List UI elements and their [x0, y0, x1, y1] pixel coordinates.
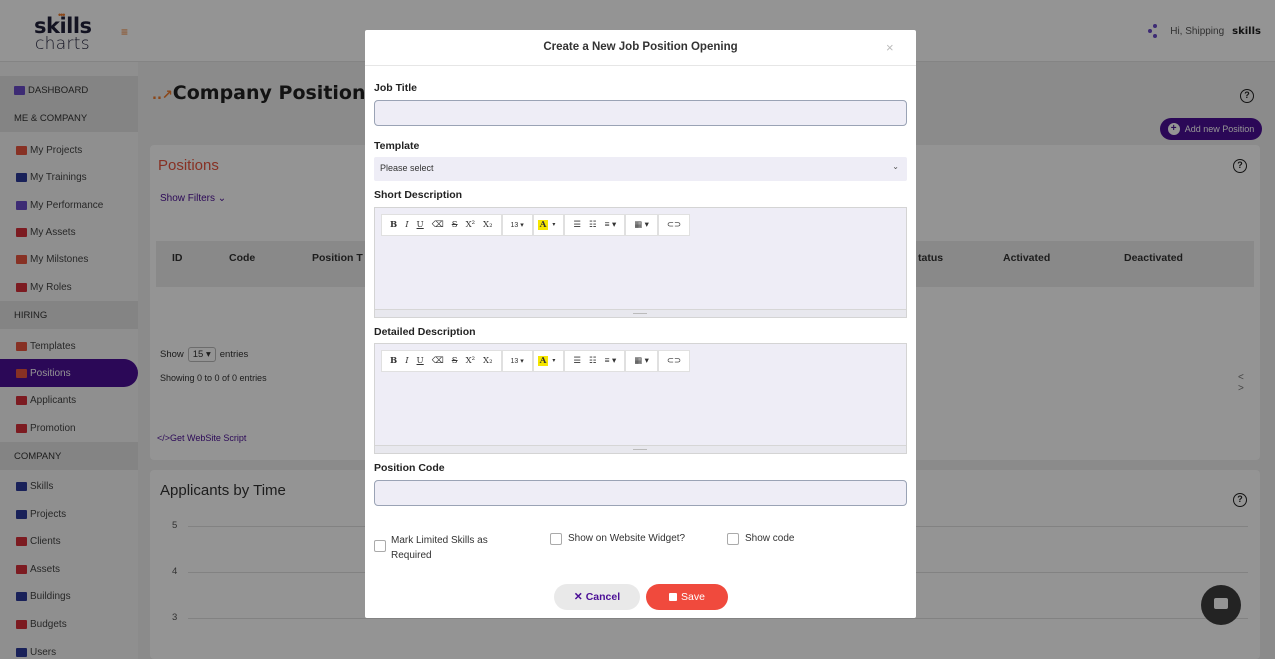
table-icon[interactable]: ▦ ▾: [630, 219, 653, 230]
position-code-input[interactable]: [374, 480, 907, 506]
short-description-editor: B I U ⌫ S X² X₂ 13 ▾ A ▾ ☰ ☷ ≡ ▾ ▦ ▾ ⊂⊃: [374, 207, 907, 318]
numbered-list-icon[interactable]: ☷: [585, 219, 601, 230]
list-toolbar-group: ☰ ☷ ≡ ▾: [564, 349, 626, 372]
create-position-modal: Create a New Job Position Opening × Job …: [365, 30, 916, 618]
color-dropdown-icon[interactable]: ▾: [548, 357, 559, 364]
detailed-description-label: Detailed Description: [374, 326, 476, 338]
link-icon[interactable]: ⊂⊃: [663, 355, 685, 366]
underline-button[interactable]: U: [413, 356, 428, 366]
align-dropdown-icon[interactable]: ≡ ▾: [601, 355, 621, 366]
cancel-label: Cancel: [585, 591, 621, 603]
strikethrough-button[interactable]: S: [448, 220, 462, 230]
italic-button[interactable]: I: [401, 220, 412, 230]
detailed-description-editor: B I U ⌫ S X² X₂ 13 ▾ A ▾ ☰ ☷ ≡ ▾ ▦ ▾ ⊂⊃: [374, 343, 907, 454]
font-size-dropdown[interactable]: 13 ▾: [501, 349, 533, 372]
eraser-icon[interactable]: ⌫: [428, 219, 448, 230]
job-title-input[interactable]: [374, 100, 907, 126]
table-toolbar-group: ▦ ▾: [625, 213, 658, 236]
cancel-button[interactable]: ✕ Cancel: [554, 584, 640, 610]
short-description-label: Short Description: [374, 189, 463, 201]
close-icon: ✕: [573, 591, 583, 603]
bold-button[interactable]: B: [386, 220, 401, 230]
short-description-body[interactable]: [375, 242, 906, 308]
subscript-button[interactable]: X₂: [479, 220, 496, 230]
editor-toolbar: B I U ⌫ S X² X₂ 13 ▾ A ▾ ☰ ☷ ≡ ▾ ▦ ▾ ⊂⊃: [375, 344, 906, 377]
resize-handle[interactable]: [375, 309, 906, 317]
modal-divider: [365, 65, 916, 66]
save-button[interactable]: Save: [646, 584, 728, 610]
color-toolbar-group: A ▾: [532, 349, 565, 372]
template-select-value: Please select: [380, 163, 434, 173]
numbered-list-icon[interactable]: ☷: [585, 355, 601, 366]
font-size-dropdown[interactable]: 13 ▾: [501, 213, 533, 236]
detailed-description-body[interactable]: [375, 378, 906, 444]
font-color-button[interactable]: A: [537, 355, 549, 366]
position-code-label: Position Code: [374, 462, 445, 474]
editor-toolbar: B I U ⌫ S X² X₂ 13 ▾ A ▾ ☰ ☷ ≡ ▾ ▦ ▾ ⊂⊃: [375, 208, 906, 241]
show-on-widget-label: Show on Website Widget?: [568, 533, 686, 544]
job-title-label: Job Title: [374, 82, 417, 94]
template-select[interactable]: Please select ⌄: [374, 157, 907, 181]
eraser-icon[interactable]: ⌫: [428, 355, 448, 366]
table-icon[interactable]: ▦ ▾: [630, 355, 653, 366]
show-on-widget-checkbox[interactable]: [550, 533, 562, 545]
show-code-label: Show code: [745, 533, 795, 544]
align-dropdown-icon[interactable]: ≡ ▾: [601, 219, 621, 230]
bold-button[interactable]: B: [386, 356, 401, 366]
format-toolbar-group: B I U ⌫ S X² X₂: [381, 349, 502, 372]
font-size-value: 13 ▾: [510, 357, 524, 365]
modal-title: Create a New Job Position Opening: [543, 41, 738, 53]
link-icon[interactable]: ⊂⊃: [663, 219, 685, 230]
save-label: Save: [681, 591, 705, 603]
list-toolbar-group: ☰ ☷ ≡ ▾: [564, 213, 626, 236]
mark-limited-skills-checkbox[interactable]: [374, 540, 386, 552]
underline-button[interactable]: U: [413, 220, 428, 230]
color-dropdown-icon[interactable]: ▾: [548, 221, 559, 228]
color-toolbar-group: A ▾: [532, 213, 565, 236]
show-code-checkbox[interactable]: [727, 533, 739, 545]
subscript-button[interactable]: X₂: [479, 356, 496, 366]
chevron-down-icon: ⌄: [892, 162, 899, 171]
template-label: Template: [374, 140, 420, 152]
resize-handle[interactable]: [375, 445, 906, 453]
save-icon: [669, 593, 678, 601]
font-size-value: 13 ▾: [510, 221, 524, 229]
italic-button[interactable]: I: [401, 356, 412, 366]
close-icon[interactable]: ×: [886, 40, 894, 55]
mark-limited-skills-label: Mark Limited Skills as Required: [391, 535, 488, 561]
bullet-list-icon[interactable]: ☰: [569, 219, 585, 230]
link-toolbar-group: ⊂⊃: [657, 349, 691, 372]
table-toolbar-group: ▦ ▾: [625, 349, 658, 372]
font-color-button[interactable]: A: [537, 219, 549, 230]
format-toolbar-group: B I U ⌫ S X² X₂: [381, 213, 502, 236]
bullet-list-icon[interactable]: ☰: [569, 355, 585, 366]
link-toolbar-group: ⊂⊃: [657, 213, 691, 236]
superscript-button[interactable]: X²: [462, 220, 479, 230]
superscript-button[interactable]: X²: [462, 356, 479, 366]
strikethrough-button[interactable]: S: [448, 356, 462, 366]
